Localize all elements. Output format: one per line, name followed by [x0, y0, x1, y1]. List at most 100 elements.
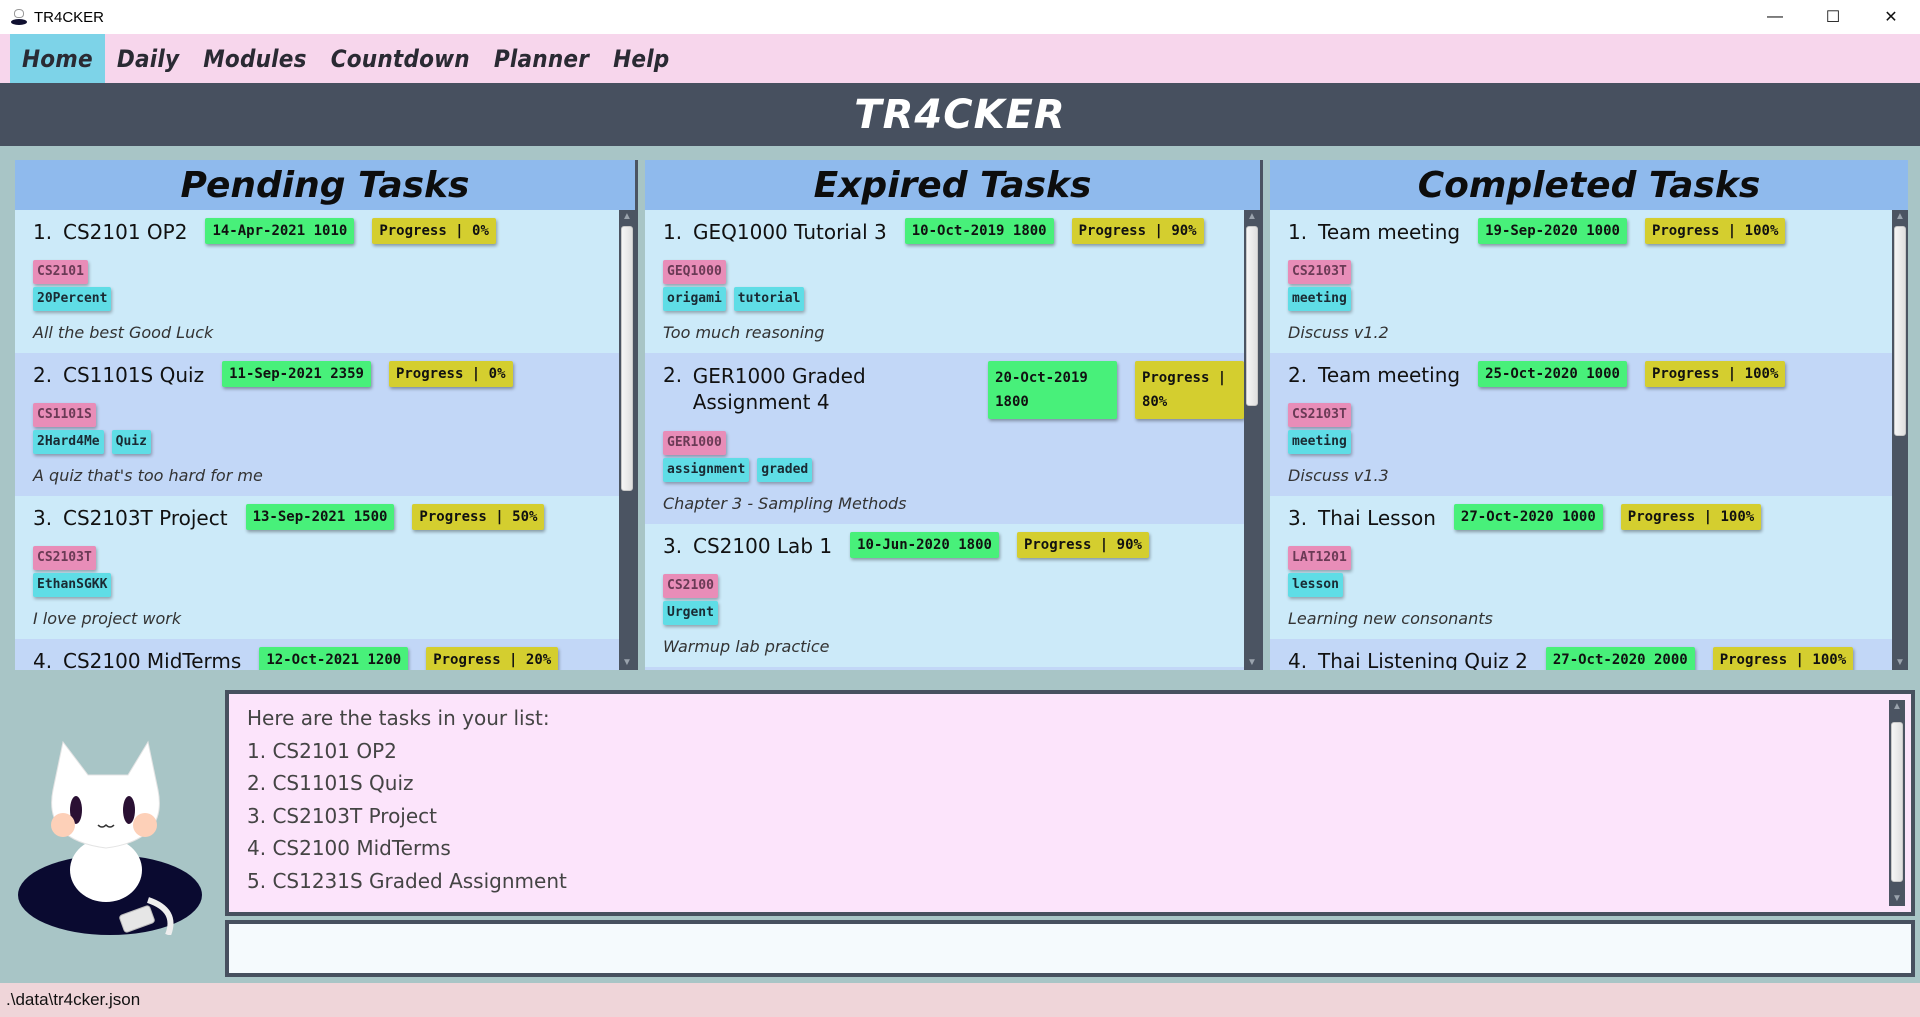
task-index: 2. — [1288, 363, 1308, 387]
task-tags: GER1000 assignment graded — [663, 431, 1244, 482]
status-bar: .\data\tr4cker.json — [0, 983, 1920, 1017]
result-line: 4. CS2100 MidTerms — [247, 836, 451, 860]
task-card[interactable]: 2. CS1101S Quiz 11-Sep-2021 2359 Progress |… — [15, 353, 619, 496]
label-tag: 2Hard4Me — [33, 430, 104, 454]
task-name: CS2101 OP2 — [63, 220, 188, 244]
menu-countdown[interactable]: Countdown — [319, 34, 482, 83]
scroll-thumb[interactable] — [1894, 226, 1906, 436]
minimize-button[interactable]: — — [1746, 0, 1804, 34]
task-tags: GEQ1000 origami tutorial — [663, 260, 1244, 311]
deadline-badge: 11-Sep-2021 2359 — [222, 361, 371, 387]
close-button[interactable]: ✕ — [1862, 0, 1920, 34]
label-tag: graded — [757, 458, 813, 482]
deadline-badge: 19-Sep-2020 1000 — [1478, 218, 1627, 244]
progress-badge: Progress | 0% — [372, 218, 496, 244]
menu-help[interactable]: Help — [601, 34, 681, 83]
module-tag: GEQ1000 — [663, 260, 726, 284]
scroll-thumb[interactable] — [1246, 226, 1258, 406]
label-tag: meeting — [1288, 430, 1351, 454]
command-input[interactable] — [229, 924, 1911, 973]
task-card[interactable]: 3. CS2103T Project 13-Sep-2021 1500 Progres… — [15, 496, 619, 639]
scroll-up-icon[interactable]: ▲ — [619, 210, 635, 224]
task-card[interactable]: 2. GER1000 Graded Assignment 4 20-Oct-2019… — [645, 353, 1244, 524]
pending-task-list: 1. CS2101 OP2 14-Apr-2021 1010 Progress | 0… — [15, 210, 635, 670]
expired-tasks-title: Expired Tasks — [813, 164, 1092, 206]
task-index: 2. — [663, 363, 683, 387]
task-header-row: 4. CS2100 MidTerms 12-Oct-2021 1200 Progres… — [33, 647, 619, 670]
result-scrollbar[interactable]: ▲ ▼ — [1889, 700, 1905, 906]
cat-mascot-image — [18, 740, 202, 935]
result-line: 2. CS1101S Quiz — [247, 771, 414, 795]
scroll-down-icon[interactable]: ▼ — [1892, 656, 1908, 670]
module-tag: LAT1201 — [1288, 546, 1351, 570]
maximize-button[interactable]: ☐ — [1804, 0, 1862, 34]
pending-scrollbar[interactable]: ▲ ▼ — [619, 210, 635, 670]
task-card[interactable]: 2. Team meeting 25-Oct-2020 1000 Progress |… — [1270, 353, 1892, 496]
label-tag: Quiz — [111, 430, 151, 454]
task-header-row: 3. CS2100 Lab 1 10-Jun-2020 1800 Progress |… — [663, 532, 1244, 562]
task-description: A quiz that's too hard for me — [33, 466, 263, 485]
task-tags: LAT1201 lesson — [1288, 546, 1892, 597]
expired-scrollbar[interactable]: ▲ ▼ — [1244, 210, 1260, 670]
task-name: Team meeting — [1318, 220, 1461, 244]
scroll-up-icon[interactable]: ▲ — [1244, 210, 1260, 224]
module-tag: GER1000 — [663, 431, 726, 455]
deadline-badge: 25-Oct-2020 1000 — [1478, 361, 1627, 387]
task-name: Thai Lesson — [1318, 506, 1436, 530]
minimize-icon: — — [1767, 8, 1783, 25]
module-tag: CS1101S — [33, 403, 96, 427]
task-description: Discuss v1.2 — [1288, 323, 1389, 342]
task-name: GEQ1000 Tutorial 3 — [693, 220, 887, 244]
completed-scrollbar[interactable]: ▲ ▼ — [1892, 210, 1908, 670]
task-index: 1. — [1288, 220, 1308, 244]
progress-badge: Progress | 80% — [1134, 361, 1244, 419]
task-card[interactable]: 4. Thai Listening Quiz 2 27-Oct-2020 2000 P… — [1270, 639, 1892, 670]
scroll-up-icon[interactable]: ▲ — [1889, 700, 1905, 714]
task-header-row: 4. Thai Listening Quiz 2 27-Oct-2020 2000 P… — [1288, 647, 1892, 670]
app-cat-icon — [10, 8, 28, 26]
maximize-icon: ☐ — [1825, 9, 1841, 26]
task-name: Thai Listening Quiz 2 — [1318, 649, 1528, 670]
task-name: CS1101S Quiz — [63, 363, 205, 387]
result-display: Here are the tasks in your list: 1. CS21… — [225, 690, 1915, 916]
task-index: 3. — [33, 506, 53, 530]
menu-modules[interactable]: Modules — [191, 34, 318, 83]
label-tag: lesson — [1288, 573, 1343, 597]
menu-planner[interactable]: Planner — [482, 34, 601, 83]
scroll-thumb[interactable] — [621, 226, 633, 491]
task-header-row: 1. Team meeting 19-Sep-2020 1000 Progress |… — [1288, 218, 1892, 248]
close-icon: ✕ — [1884, 9, 1898, 26]
expired-tasks-panel: Expired Tasks 1. GEQ1000 Tutorial 3 10-Oct… — [645, 160, 1260, 670]
task-description: All the best Good Luck — [33, 323, 214, 342]
completed-tasks-panel: Completed Tasks 1. Team meeting 19-Sep-202… — [1270, 160, 1908, 670]
task-header-row: 2. Team meeting 25-Oct-2020 1000 Progress |… — [1288, 361, 1892, 391]
task-card[interactable]: 3. Thai Lesson 27-Oct-2020 1000 Progress | … — [1270, 496, 1892, 639]
task-card[interactable]: 1. Team meeting 19-Sep-2020 1000 Progress |… — [1270, 210, 1892, 353]
scroll-up-icon[interactable]: ▲ — [1892, 210, 1908, 224]
label-tag: Urgent — [663, 601, 718, 625]
task-index: 4. — [33, 649, 53, 670]
module-tag: CS2100 — [663, 574, 718, 598]
task-index: 4. — [1288, 649, 1308, 670]
task-card[interactable]: 1. CS2101 OP2 14-Apr-2021 1010 Progress | 0… — [15, 210, 619, 353]
scroll-down-icon[interactable]: ▼ — [1889, 892, 1905, 906]
result-line: 1. CS2101 OP2 — [247, 738, 397, 763]
task-name: CS2100 MidTerms — [63, 649, 242, 670]
scroll-down-icon[interactable]: ▼ — [619, 656, 635, 670]
completed-task-list: 1. Team meeting 19-Sep-2020 1000 Progress |… — [1270, 210, 1908, 670]
module-tag: CS2103T — [1288, 403, 1351, 427]
task-card[interactable]: 4. CS2100 MidTerms 12-Oct-2021 1200 Progres… — [15, 639, 619, 670]
scroll-thumb[interactable] — [1891, 722, 1903, 882]
panel-header: Completed Tasks — [1270, 160, 1908, 210]
task-tags: CS2103T meeting — [1288, 260, 1892, 311]
menu-home[interactable]: Home — [10, 34, 105, 83]
task-card[interactable]: 4.CS2100 Lab 210-Aug-2020 1800Progress |… — [645, 667, 1244, 670]
task-index: 1. — [33, 220, 53, 244]
progress-badge: Progress | 100% — [1644, 218, 1786, 244]
task-card[interactable]: 3. CS2100 Lab 1 10-Jun-2020 1800 Progress |… — [645, 524, 1244, 667]
deadline-badge: 14-Apr-2021 1010 — [205, 218, 355, 244]
task-card[interactable]: 1. GEQ1000 Tutorial 3 10-Oct-2019 1800 Prog… — [645, 210, 1244, 353]
scroll-down-icon[interactable]: ▼ — [1244, 656, 1260, 670]
task-name: CS2100 Lab 1 — [693, 534, 833, 558]
menu-daily[interactable]: Daily — [105, 34, 191, 83]
